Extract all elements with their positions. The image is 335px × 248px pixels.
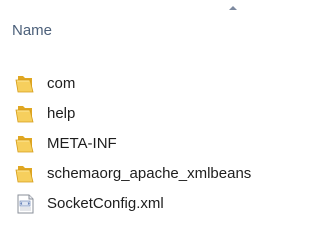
item-label: schemaorg_apache_xmlbeans [47,165,252,182]
xml-file-icon [14,194,36,214]
file-list: com help META-INF schemaorg_apache_xmlbe… [0,69,335,219]
folder-icon [14,164,36,184]
item-label: com [47,75,76,92]
list-item-socketconfig-xml[interactable]: SocketConfig.xml [0,189,335,219]
folder-icon [14,104,36,124]
name-column-label: Name [12,22,53,39]
folder-icon [14,74,36,94]
sort-ascending-icon [229,6,237,10]
name-column-header[interactable]: Name [0,0,335,54]
item-label: SocketConfig.xml [47,195,164,212]
item-label: help [47,105,76,122]
list-item-com[interactable]: com [0,69,335,99]
item-label: META-INF [47,135,117,152]
list-item-schemaorg-apache-xmlbeans[interactable]: schemaorg_apache_xmlbeans [0,159,335,189]
list-item-help[interactable]: help [0,99,335,129]
list-item-meta-inf[interactable]: META-INF [0,129,335,159]
folder-icon [14,134,36,154]
